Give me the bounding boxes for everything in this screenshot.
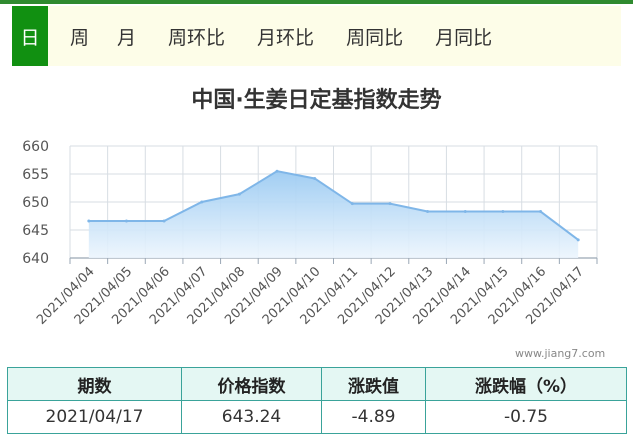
- y-tick-label: 640: [22, 251, 49, 267]
- data-point: [463, 210, 467, 214]
- data-point: [200, 200, 204, 204]
- data-point: [162, 219, 166, 223]
- cell-change-value: -4.89: [321, 400, 426, 434]
- header-period: 期数: [7, 367, 182, 401]
- data-point: [350, 202, 354, 206]
- y-tick-label: 650: [22, 195, 49, 211]
- cell-price-index: 643.24: [181, 400, 322, 434]
- header-price-index: 价格指数: [181, 367, 322, 401]
- cell-change-percent: -0.75: [425, 400, 627, 434]
- cell-period: 2021/04/17: [7, 400, 182, 434]
- table-row: 2021/04/17 643.24 -4.89 -0.75: [7, 400, 627, 434]
- header-change-value: 涨跌值: [321, 367, 426, 401]
- data-point: [388, 202, 392, 206]
- table-header-row: 期数 价格指数 涨跌值 涨跌幅（%）: [7, 367, 627, 401]
- y-tick-label: 655: [22, 167, 49, 183]
- data-point: [313, 176, 317, 180]
- data-point: [87, 219, 91, 223]
- watermark: www.jiang7.com: [515, 347, 606, 360]
- data-point: [237, 192, 241, 196]
- data-point: [501, 210, 505, 214]
- data-point: [275, 169, 279, 173]
- header-change-percent: 涨跌幅（%）: [425, 367, 627, 401]
- y-tick-label: 645: [22, 223, 49, 239]
- data-point: [576, 238, 580, 242]
- data-point: [124, 219, 128, 223]
- y-tick-label: 660: [22, 139, 49, 155]
- summary-table: 期数 价格指数 涨跌值 涨跌幅（%） 2021/04/17 643.24 -4.…: [7, 367, 627, 434]
- data-point: [539, 210, 543, 214]
- data-point: [426, 210, 430, 214]
